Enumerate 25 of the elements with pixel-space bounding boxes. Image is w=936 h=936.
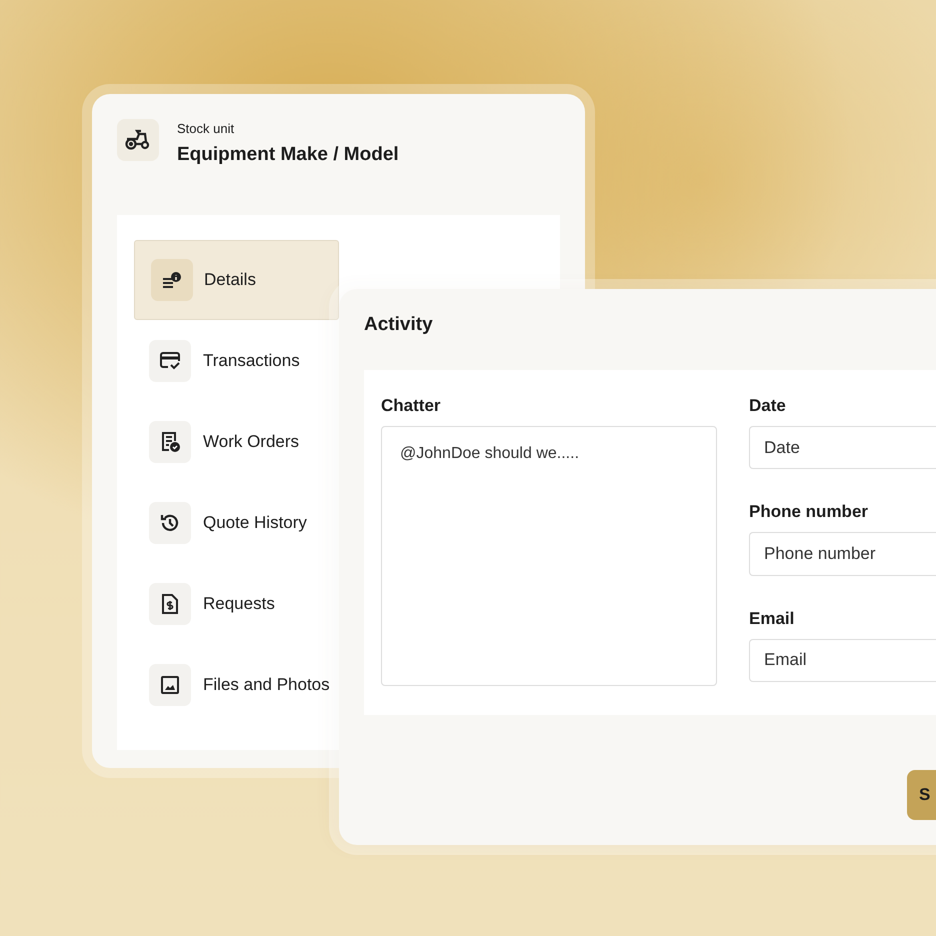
nav-item[interactable]: Transactions	[134, 321, 339, 401]
tractor-icon	[125, 129, 151, 151]
activity-title: Activity	[364, 314, 434, 336]
nav-item[interactable]: Details	[134, 240, 339, 320]
document-dollar-icon	[162, 594, 178, 614]
save-button[interactable]: S	[907, 770, 936, 820]
input-field[interactable]: Date	[749, 426, 936, 470]
subtitle: Stock unit	[177, 121, 236, 136]
input-field[interactable]: Phone number	[749, 532, 936, 576]
list-info-icon	[162, 271, 182, 289]
chatter-field[interactable]: @JohnDoe should we.....	[381, 426, 717, 686]
nav-item[interactable]: Work Orders	[134, 402, 339, 482]
field-label: Chatter	[381, 396, 442, 416]
card-check-icon	[160, 352, 180, 370]
field-label: Email	[749, 608, 796, 629]
unit-title: Equipment Make / Model	[177, 144, 399, 166]
document-check-icon	[160, 432, 180, 452]
image-icon	[161, 676, 179, 694]
field-label: Phone number	[749, 502, 870, 522]
history-icon	[160, 513, 180, 533]
input-field[interactable]: Email	[749, 638, 936, 682]
nav-item[interactable]: Quote History	[134, 483, 339, 563]
field-label: Date	[749, 396, 787, 416]
nav-item[interactable]: Requests	[134, 564, 339, 644]
nav-item[interactable]: Files and Photos	[134, 645, 339, 725]
